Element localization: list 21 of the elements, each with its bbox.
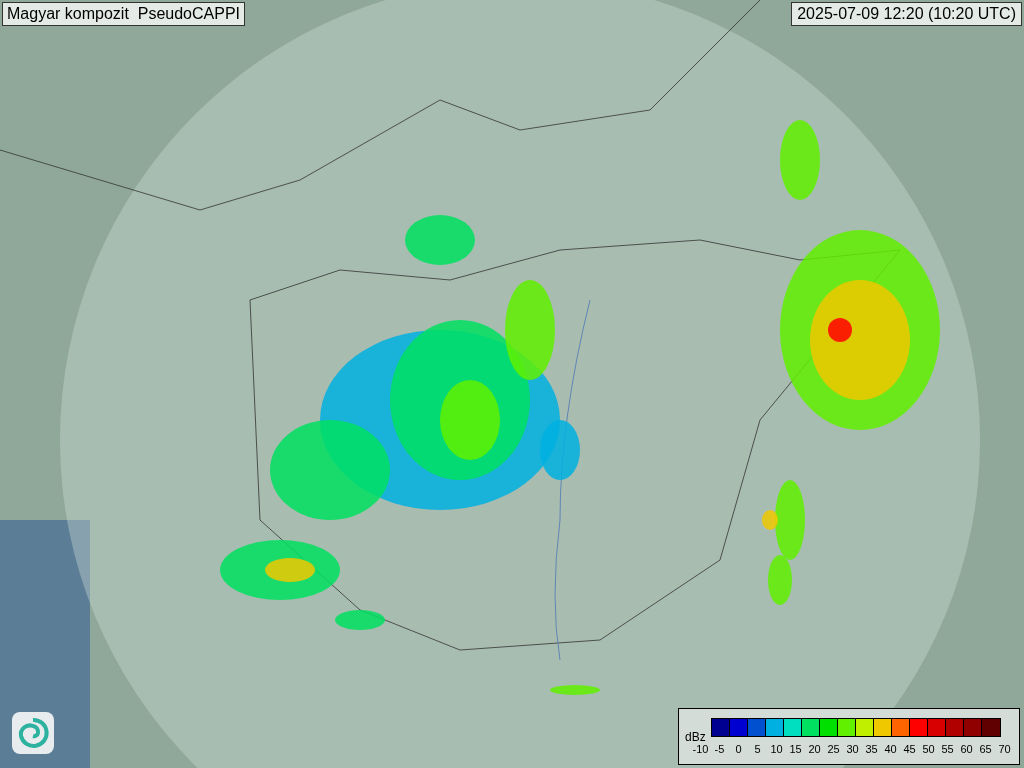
legend-tick-label: -5: [713, 743, 726, 756]
map-title: Magyar kompozit PseudoCAPPI: [2, 2, 245, 26]
legend-tick-label: 30: [845, 743, 860, 756]
legend-tick-label: 35: [864, 743, 879, 756]
legend-tick-label: 0: [734, 743, 743, 756]
app-logo-icon: [12, 712, 54, 754]
legend-tick-label: 65: [978, 743, 993, 756]
legend-tick-label: 50: [921, 743, 936, 756]
legend-tick-label: 15: [788, 743, 803, 756]
legend-unit: dBz: [685, 730, 706, 744]
legend-tick-label: 60: [959, 743, 974, 756]
legend-tick-label: 55: [940, 743, 955, 756]
legend-tick-label: 40: [883, 743, 898, 756]
legend-tick-label: 70: [997, 743, 1012, 756]
legend-tick-label: 10: [769, 743, 784, 756]
legend-tick-label: 25: [826, 743, 841, 756]
map-timestamp: 2025-07-09 12:20 (10:20 UTC): [791, 2, 1022, 26]
legend-tick-label: 45: [902, 743, 917, 756]
legend-tick-label: -10: [691, 743, 710, 756]
legend-tick-label: 5: [753, 743, 762, 756]
legend-tick-label: 20: [807, 743, 822, 756]
